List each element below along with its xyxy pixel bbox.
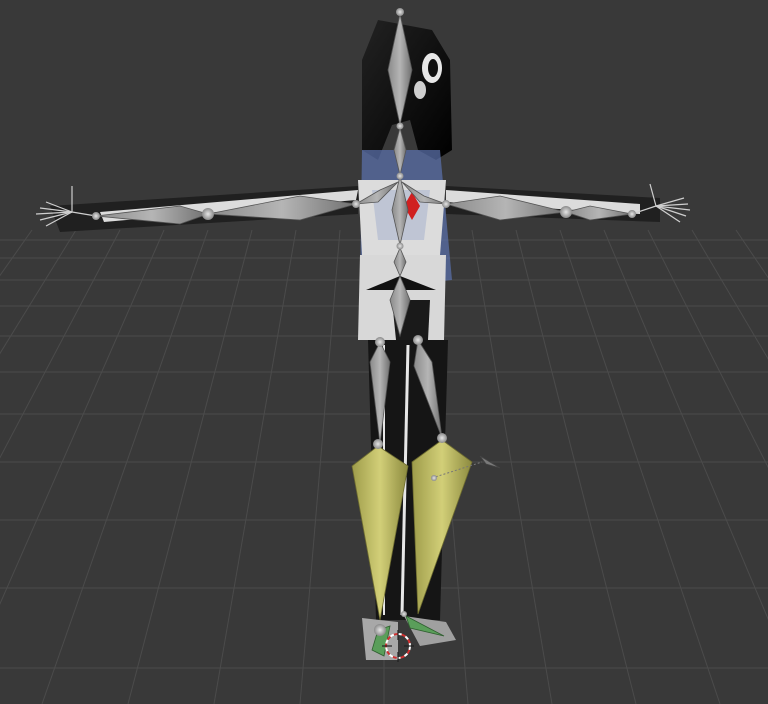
cheek-mesh bbox=[414, 81, 426, 99]
joint-neck[interactable] bbox=[396, 122, 404, 130]
3d-viewport[interactable] bbox=[0, 0, 768, 704]
joint-wrist-left[interactable] bbox=[92, 212, 100, 220]
joint-pole[interactable] bbox=[431, 475, 437, 481]
joint-hip-right[interactable] bbox=[413, 335, 423, 345]
joint-ankle-left[interactable] bbox=[374, 624, 386, 636]
joint-knee-left[interactable] bbox=[373, 439, 383, 449]
viewport-canvas[interactable] bbox=[0, 0, 768, 704]
joint-hip-left[interactable] bbox=[375, 337, 385, 347]
joint-head-tip[interactable] bbox=[396, 8, 404, 16]
joint-shoulder-left[interactable] bbox=[352, 200, 360, 208]
joint-elbow-right[interactable] bbox=[560, 206, 572, 218]
joint-elbow-left[interactable] bbox=[202, 208, 214, 220]
joint-shoulder-right[interactable] bbox=[442, 200, 450, 208]
character-mesh[interactable] bbox=[50, 20, 660, 660]
joint-knee-right[interactable] bbox=[437, 433, 447, 443]
joint-chest[interactable] bbox=[396, 172, 404, 180]
joint-ankle-right[interactable] bbox=[401, 611, 407, 617]
joint-spine[interactable] bbox=[396, 242, 404, 250]
joint-wrist-right[interactable] bbox=[628, 210, 636, 218]
pupil-mesh bbox=[428, 59, 438, 77]
